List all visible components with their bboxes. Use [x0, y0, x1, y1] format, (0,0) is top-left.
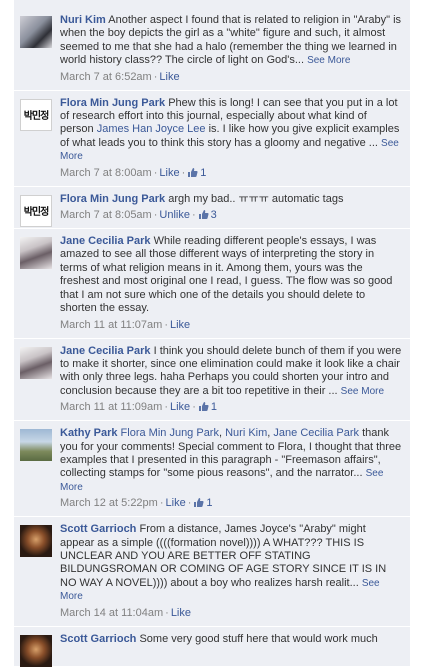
comment-body: Jane Cecilia Park I think you should del…	[60, 345, 402, 399]
like-count[interactable]: 1	[193, 497, 213, 510]
comment-body: Flora Min Jung Park argh my bad.. ㅠㅠㅠ au…	[60, 193, 402, 206]
comment-meta: March 12 at 5:22pm · Like · 1	[60, 497, 213, 510]
like-count[interactable]: 3	[198, 209, 217, 221]
like-count-value: 1	[206, 497, 213, 510]
comment: Nuri Kim Another aspect I found that is …	[14, 8, 410, 91]
flora-avatar[interactable]: 박민정	[20, 98, 52, 131]
comment: Kathy Park Flora Min Jung Park, Nuri Kim…	[14, 421, 410, 518]
comment-meta: March 14 at 11:04am · Like	[60, 606, 191, 619]
comment-body: Jane Cecilia Park While reading differen…	[60, 235, 402, 315]
comment-timestamp[interactable]: March 11 at 11:09am	[60, 401, 162, 413]
comment-author[interactable]: Kathy Park	[60, 427, 117, 439]
comment-thread: Nuri Kim Another aspect I found that is …	[0, 0, 432, 667]
nuri-kim-avatar[interactable]	[20, 16, 52, 48]
comment-meta: March 7 at 8:05am · Unlike · 3	[60, 209, 217, 222]
comment-author[interactable]: Jane Cecilia Park	[60, 235, 151, 247]
like-count-value: 1	[200, 166, 207, 179]
like-link[interactable]: Like	[170, 401, 190, 413]
comment-author[interactable]: Flora Min Jung Park	[60, 97, 165, 109]
comment: Jane Cecilia Park While reading differen…	[14, 229, 410, 339]
mention-link[interactable]: Nuri Kim	[225, 427, 267, 439]
like-count-value: 3	[210, 209, 217, 222]
comment-meta: March 7 at 6:52am · Like	[60, 70, 180, 83]
comment-author[interactable]: Scott Garrioch	[60, 633, 136, 645]
comment: Jane Cecilia Park I think you should del…	[14, 338, 410, 422]
like-count-value: 1	[210, 401, 217, 414]
comment-timestamp[interactable]: March 14 at 11:04am	[60, 607, 163, 619]
flora-avatar[interactable]: 박민정	[20, 194, 52, 227]
comment-body: Kathy Park Flora Min Jung Park, Nuri Kim…	[60, 427, 402, 493]
comment: Scott Garrioch From a distance, James Jo…	[14, 517, 410, 627]
comment-author[interactable]: Scott Garrioch	[60, 523, 136, 535]
see-more-link[interactable]: See More	[307, 55, 350, 66]
like-count[interactable]: 1	[187, 167, 206, 179]
flora-avatar-text: 박민정	[23, 207, 50, 219]
comment: 박민정 Flora Min Jung Park Phew this is lon…	[14, 90, 410, 187]
jane-avatar[interactable]	[20, 237, 52, 270]
comment: Scott Garrioch Some very good stuff here…	[14, 626, 410, 667]
mention-link[interactable]: James Han Joyce Lee	[97, 123, 206, 135]
comment-meta: March 7 at 8:00am · Like · 1	[60, 166, 207, 179]
thumbs-up-icon	[198, 402, 209, 412]
comment-timestamp[interactable]: March 7 at 8:05am	[60, 209, 152, 221]
kathy-avatar[interactable]	[20, 429, 52, 462]
like-link[interactable]: Like	[171, 607, 191, 619]
comment-author[interactable]: Jane Cecilia Park	[60, 345, 151, 357]
thumbs-up-icon	[198, 210, 209, 220]
like-link[interactable]: Like	[159, 167, 179, 179]
flora-avatar-text: 박민정	[23, 111, 50, 123]
see-more-link[interactable]: See More	[341, 386, 384, 397]
thumbs-up-icon	[188, 167, 198, 177]
like-count[interactable]: 1	[198, 401, 217, 413]
like-link[interactable]: Like	[170, 319, 190, 331]
scott-avatar[interactable]	[20, 525, 52, 558]
unlike-link[interactable]: Unlike	[159, 209, 190, 221]
comment-text: Some very good stuff here that would wor…	[139, 632, 378, 645]
mention-link[interactable]: Flora Min Jung Park	[121, 427, 219, 439]
comment-author[interactable]: Nuri Kim	[60, 14, 106, 26]
previous-comment-edge	[14, 0, 410, 8]
scott-avatar[interactable]	[20, 634, 52, 667]
comment-meta: March 11 at 11:07am · Like	[60, 318, 191, 331]
thumbs-up-icon	[194, 498, 204, 508]
mention-link[interactable]: Jane Cecilia Park	[273, 427, 359, 439]
comment-body: Flora Min Jung Park Phew this is long! I…	[60, 97, 402, 164]
like-link[interactable]: Like	[166, 497, 186, 509]
like-link[interactable]: Like	[159, 71, 179, 83]
comment-meta: March 11 at 11:09am · Like · 1	[60, 401, 217, 414]
comment-body: Scott Garrioch From a distance, James Jo…	[60, 523, 402, 603]
comment-timestamp[interactable]: March 7 at 8:00am	[60, 167, 152, 179]
comment: 박민정 Flora Min Jung Park argh my bad.. ㅠㅠ…	[14, 186, 410, 230]
comment-timestamp[interactable]: March 7 at 6:52am	[60, 71, 152, 83]
comment-body: Scott Garrioch Some very good stuff here…	[60, 633, 402, 646]
comment-text: argh my bad.. ㅠㅠㅠ automatic tags	[168, 192, 344, 205]
comment-timestamp[interactable]: March 12 at 5:22pm	[60, 497, 158, 509]
comment-body: Nuri Kim Another aspect I found that is …	[60, 14, 402, 68]
comment-timestamp[interactable]: March 11 at 11:07am	[60, 319, 162, 331]
comment-author[interactable]: Flora Min Jung Park	[60, 193, 165, 205]
jane-avatar[interactable]	[20, 346, 52, 379]
